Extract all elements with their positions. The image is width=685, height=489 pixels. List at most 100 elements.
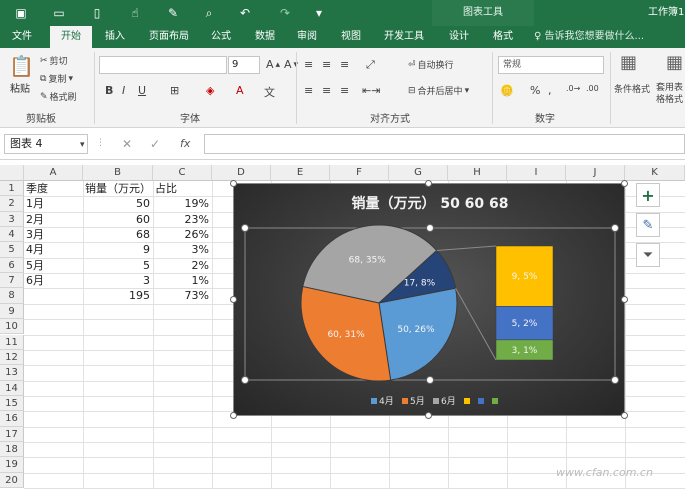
conditional-format-icon[interactable]: ▦ bbox=[620, 52, 637, 73]
table-cell[interactable]: 6月 bbox=[26, 273, 44, 288]
row-header[interactable]: 2 bbox=[0, 196, 24, 212]
align-middle-button[interactable]: ≡ bbox=[322, 58, 331, 71]
table-cell[interactable]: 195 bbox=[83, 288, 150, 303]
formula-input[interactable] bbox=[204, 134, 685, 154]
row-header[interactable]: 17 bbox=[0, 426, 24, 442]
row-header[interactable]: 1 bbox=[0, 181, 24, 197]
tab-review[interactable]: 审阅 bbox=[290, 26, 324, 48]
row-header[interactable]: 16 bbox=[0, 411, 24, 427]
row-header[interactable]: 9 bbox=[0, 303, 24, 320]
table-cell[interactable]: 2% bbox=[153, 258, 209, 273]
redo-icon[interactable]: ↷ bbox=[276, 4, 294, 22]
merge-center-button[interactable]: ⊟ 合并后居中 ▾ bbox=[408, 84, 469, 98]
underline-button[interactable]: U bbox=[138, 84, 146, 97]
customize-icon[interactable]: ▾ bbox=[310, 4, 328, 22]
indent-button[interactable]: ⇤⇥ bbox=[362, 84, 380, 97]
column-header[interactable]: D bbox=[212, 165, 271, 181]
resize-handle[interactable] bbox=[621, 296, 628, 303]
row-header[interactable]: 19 bbox=[0, 457, 24, 473]
chart-styles-button[interactable]: ✎ bbox=[636, 213, 660, 237]
phonetic-button[interactable]: 文 bbox=[264, 84, 275, 100]
align-bottom-button[interactable]: ≡ bbox=[340, 58, 349, 71]
table-cell[interactable]: 占比 bbox=[155, 181, 177, 196]
font-size-input[interactable]: 9 bbox=[228, 56, 260, 74]
column-header[interactable]: H bbox=[448, 165, 507, 181]
table-format-icon[interactable]: ▦ bbox=[666, 52, 683, 73]
table-cell[interactable]: 4月 bbox=[26, 242, 44, 257]
bold-button[interactable]: B bbox=[105, 84, 113, 97]
table-cell[interactable]: 销量（万元） bbox=[85, 181, 151, 196]
column-header[interactable]: A bbox=[24, 165, 83, 181]
table-cell[interactable]: 1月 bbox=[26, 196, 44, 211]
table-cell[interactable]: 2月 bbox=[26, 212, 44, 227]
cut-button[interactable]: ✂ 剪切 bbox=[40, 54, 68, 68]
paste-button[interactable]: 粘贴 bbox=[10, 80, 30, 95]
number-format-select[interactable]: 常规 bbox=[498, 56, 604, 74]
italic-button[interactable]: I bbox=[122, 84, 125, 97]
table-cell[interactable]: 3% bbox=[153, 242, 209, 257]
conditional-format-button[interactable]: 条件格式 bbox=[614, 82, 650, 95]
row-header[interactable]: 4 bbox=[0, 227, 24, 243]
fill-color-button[interactable]: ◈ bbox=[206, 84, 214, 97]
currency-button[interactable]: 🪙 bbox=[500, 84, 514, 97]
border-button[interactable]: ⊞ bbox=[170, 84, 179, 97]
column-header[interactable]: G bbox=[389, 165, 448, 181]
table-cell[interactable]: 1% bbox=[153, 273, 209, 288]
font-color-button[interactable]: A bbox=[236, 84, 244, 97]
wrap-text-button[interactable]: ⏎ 自动换行 bbox=[408, 58, 454, 72]
table-cell[interactable]: 5 bbox=[83, 258, 150, 273]
tab-formulas[interactable]: 公式 bbox=[204, 26, 238, 48]
table-cell[interactable]: 3 bbox=[83, 273, 150, 288]
resize-handle[interactable] bbox=[425, 412, 432, 419]
copy-button[interactable]: ⧉ 复制 ▾ bbox=[40, 72, 73, 86]
tab-format[interactable]: 格式 bbox=[486, 26, 520, 48]
column-header[interactable]: B bbox=[83, 165, 153, 181]
row-header[interactable]: 18 bbox=[0, 441, 24, 458]
insert-function-button[interactable]: fx bbox=[180, 137, 190, 150]
row-header[interactable]: 3 bbox=[0, 211, 24, 228]
table-cell[interactable]: 3月 bbox=[26, 227, 44, 242]
tab-page-layout[interactable]: 页面布局 bbox=[142, 26, 196, 48]
percent-button[interactable]: % bbox=[530, 84, 540, 97]
open-icon[interactable]: ▭ bbox=[50, 4, 68, 22]
undo-icon[interactable]: ↶ bbox=[236, 4, 254, 22]
row-header[interactable]: 12 bbox=[0, 349, 24, 366]
format-painter-icon[interactable]: ✎ bbox=[164, 4, 182, 22]
column-header[interactable]: F bbox=[330, 165, 389, 181]
cancel-icon[interactable]: ✕ bbox=[122, 137, 132, 151]
table-format-button[interactable]: 套用表格格式 bbox=[656, 82, 685, 106]
row-header[interactable]: 11 bbox=[0, 334, 24, 350]
row-header[interactable]: 20 bbox=[0, 472, 24, 488]
table-cell[interactable]: 50 bbox=[83, 196, 150, 211]
resize-handle[interactable] bbox=[621, 180, 628, 187]
decrease-decimal-button[interactable]: .00 bbox=[586, 84, 599, 93]
row-header[interactable]: 14 bbox=[0, 380, 24, 396]
table-cell[interactable]: 季度 bbox=[26, 181, 48, 196]
font-name-input[interactable] bbox=[99, 56, 227, 74]
new-icon[interactable]: ▯ bbox=[88, 4, 106, 22]
name-box[interactable]: 图表 4 bbox=[4, 134, 88, 154]
column-header[interactable]: C bbox=[153, 165, 212, 181]
touch-mode-icon[interactable]: ☝ bbox=[126, 4, 144, 22]
chart-elements-button[interactable]: + bbox=[636, 183, 660, 207]
save-icon[interactable]: ▣ bbox=[12, 4, 30, 22]
comma-button[interactable]: , bbox=[548, 84, 552, 97]
table-cell[interactable]: 5月 bbox=[26, 258, 44, 273]
tab-home[interactable]: 开始 bbox=[50, 26, 92, 48]
row-header[interactable]: 8 bbox=[0, 288, 24, 304]
resize-handle[interactable] bbox=[425, 180, 432, 187]
align-left-button[interactable]: ≡ bbox=[304, 84, 313, 97]
chart-filter-button[interactable]: ⏷ bbox=[636, 243, 660, 267]
table-cell[interactable]: 60 bbox=[83, 212, 150, 227]
grow-font-button[interactable]: A ▴ bbox=[266, 58, 280, 71]
align-right-button[interactable]: ≡ bbox=[340, 84, 349, 97]
enter-icon[interactable]: ✓ bbox=[150, 137, 160, 151]
resize-handle[interactable] bbox=[621, 412, 628, 419]
align-center-button[interactable]: ≡ bbox=[322, 84, 331, 97]
column-header[interactable]: E bbox=[271, 165, 330, 181]
tab-view[interactable]: 视图 bbox=[334, 26, 368, 48]
select-all-corner[interactable] bbox=[0, 165, 24, 181]
paste-icon[interactable]: 📋 bbox=[9, 54, 34, 78]
row-header[interactable]: 10 bbox=[0, 319, 24, 335]
orientation-button[interactable]: ⤢ bbox=[366, 58, 375, 72]
